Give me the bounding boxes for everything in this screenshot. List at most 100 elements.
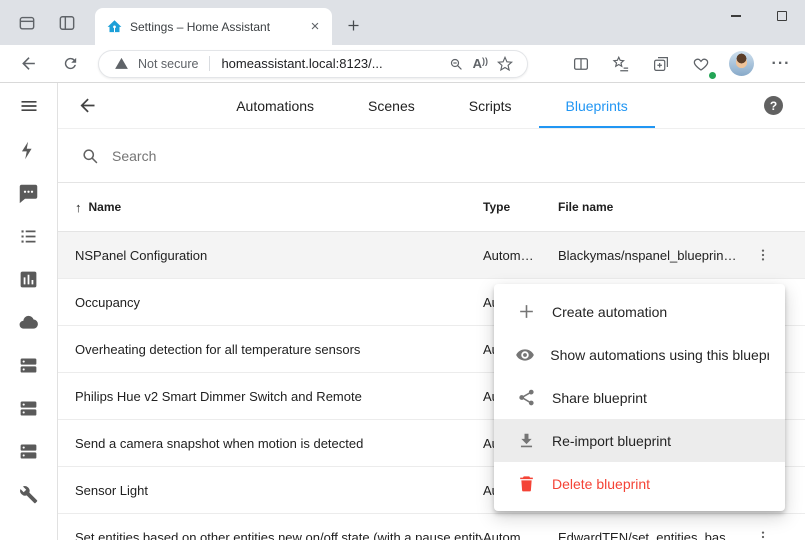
split-screen-icon[interactable] <box>567 50 595 78</box>
tab-strip: Settings – Home Assistant × <box>0 0 805 45</box>
sidebar-item-assist[interactable] <box>0 172 57 215</box>
menu-item-label: Show automations using this blueprint <box>550 347 769 363</box>
refresh-icon[interactable] <box>56 50 84 78</box>
lightning-bolt-icon <box>18 140 39 161</box>
ha-header: Automations Scenes Scripts Blueprints ? <box>58 83 805 129</box>
server-stack-icon <box>18 355 39 376</box>
sidebar-item-server-3[interactable] <box>0 430 57 473</box>
table-row[interactable]: Set entities based on other entities new… <box>58 514 805 540</box>
search-icon <box>80 146 100 166</box>
trash-icon <box>514 474 538 493</box>
column-header-file[interactable]: File name <box>558 200 758 214</box>
row-file: Blackymas/nspanel_blueprin… <box>558 248 758 263</box>
plus-icon <box>514 302 538 321</box>
tab-title: Settings – Home Assistant <box>130 20 298 34</box>
security-label[interactable]: Not secure <box>138 57 198 71</box>
eye-icon <box>514 345 536 365</box>
cloud-icon <box>18 312 39 333</box>
tab-close-icon[interactable]: × <box>306 18 324 36</box>
menu-item-label: Re-import blueprint <box>552 433 671 449</box>
sidebar-item-server-1[interactable] <box>0 344 57 387</box>
not-secure-warning-icon <box>111 54 131 74</box>
ha-back-icon[interactable] <box>74 93 100 119</box>
search-input[interactable] <box>112 148 512 164</box>
favorite-star-icon[interactable] <box>495 54 515 74</box>
minimize-button[interactable] <box>713 0 759 32</box>
server-stack-icon <box>18 398 39 419</box>
sidebar-item-todo[interactable] <box>0 215 57 258</box>
menu-item-label: Share blueprint <box>552 390 647 406</box>
maximize-button[interactable] <box>759 0 805 32</box>
address-bar[interactable]: Not secure homeassistant.local:8123/... … <box>98 50 528 78</box>
url-text[interactable]: homeassistant.local:8123/... <box>221 56 382 71</box>
new-tab-icon[interactable] <box>340 12 366 38</box>
sidebar-item-energy[interactable] <box>0 129 57 172</box>
zoom-out-icon[interactable] <box>446 54 466 74</box>
tab-actions-icon[interactable] <box>54 10 80 36</box>
browser-window: Settings – Home Assistant × Not secure h… <box>0 0 805 540</box>
favorites-hub-icon[interactable] <box>607 50 635 78</box>
ha-sidebar <box>0 83 58 540</box>
menu-item-label: Delete blueprint <box>552 476 650 492</box>
profile-avatar[interactable] <box>727 50 755 78</box>
server-stack-icon <box>18 441 39 462</box>
column-header-type[interactable]: Type <box>483 200 558 214</box>
sidebar-item-cloud[interactable] <box>0 301 57 344</box>
table-header: ↑ Name Type File name <box>58 183 805 232</box>
row-name: NSPanel Configuration <box>58 248 483 263</box>
toolbar-right: ··· <box>567 50 805 78</box>
row-type: Autom… <box>483 530 558 540</box>
tab-automations[interactable]: Automations <box>209 83 341 128</box>
menu-item-share-blueprint[interactable]: Share blueprint <box>494 376 785 419</box>
sidebar-item-server-2[interactable] <box>0 387 57 430</box>
menu-item-label: Create automation <box>552 304 667 320</box>
collections-icon[interactable] <box>647 50 675 78</box>
read-aloud-icon[interactable]: A)) <box>473 56 488 71</box>
workspaces-icon[interactable] <box>14 10 40 36</box>
download-icon <box>514 431 538 450</box>
row-name: Philips Hue v2 Smart Dimmer Switch and R… <box>58 389 483 404</box>
table-row[interactable]: NSPanel Configuration Autom… Blackymas/n… <box>58 232 805 279</box>
wrench-icon <box>18 484 39 505</box>
essentials-status-dot <box>708 71 717 80</box>
ha-tab-bar: Automations Scenes Scripts Blueprints <box>100 83 764 128</box>
tab-scripts[interactable]: Scripts <box>442 83 539 128</box>
back-icon[interactable] <box>14 50 42 78</box>
menu-item-delete-blueprint[interactable]: Delete blueprint <box>494 462 785 505</box>
home-assistant-favicon <box>107 19 122 34</box>
settings-more-icon[interactable]: ··· <box>767 50 795 78</box>
tab-strip-left <box>0 10 80 36</box>
browser-toolbar: Not secure homeassistant.local:8123/... … <box>0 45 805 83</box>
row-name: Send a camera snapshot when motion is de… <box>58 436 483 451</box>
context-menu: Create automation Show automations using… <box>494 284 785 511</box>
menu-item-create-automation[interactable]: Create automation <box>494 290 785 333</box>
sidebar-menu-icon[interactable] <box>0 83 57 129</box>
column-name-label: Name <box>89 200 122 214</box>
list-icon <box>18 226 39 247</box>
row-name: Overheating detection for all temperatur… <box>58 342 483 357</box>
window-controls <box>713 0 805 32</box>
menu-item-reimport-blueprint[interactable]: Re-import blueprint <box>494 419 785 462</box>
browser-essentials-icon[interactable] <box>687 50 715 78</box>
row-name: Sensor Light <box>58 483 483 498</box>
row-file: EdwardTEN/set_entities_bas… <box>558 530 758 540</box>
sidebar-item-history[interactable] <box>0 258 57 301</box>
row-name: Occupancy <box>58 295 483 310</box>
chat-icon <box>18 183 39 204</box>
search-bar[interactable] <box>58 129 805 183</box>
chart-icon <box>18 269 39 290</box>
menu-item-show-automations[interactable]: Show automations using this blueprint <box>494 333 785 376</box>
share-icon <box>514 388 538 407</box>
browser-tab[interactable]: Settings – Home Assistant × <box>95 8 332 45</box>
row-type: Autom… <box>483 248 558 263</box>
address-bar-divider <box>209 56 210 71</box>
help-icon[interactable]: ? <box>764 96 783 115</box>
tab-scenes[interactable]: Scenes <box>341 83 442 128</box>
column-header-name[interactable]: ↑ Name <box>58 200 483 215</box>
row-overflow-menu-icon[interactable] <box>755 514 771 540</box>
row-name: Set entities based on other entities new… <box>58 530 483 540</box>
tab-blueprints[interactable]: Blueprints <box>539 83 655 128</box>
sort-ascending-icon: ↑ <box>75 200 82 215</box>
sidebar-item-developer-tools[interactable] <box>0 473 57 516</box>
row-overflow-menu-icon[interactable] <box>755 232 771 278</box>
